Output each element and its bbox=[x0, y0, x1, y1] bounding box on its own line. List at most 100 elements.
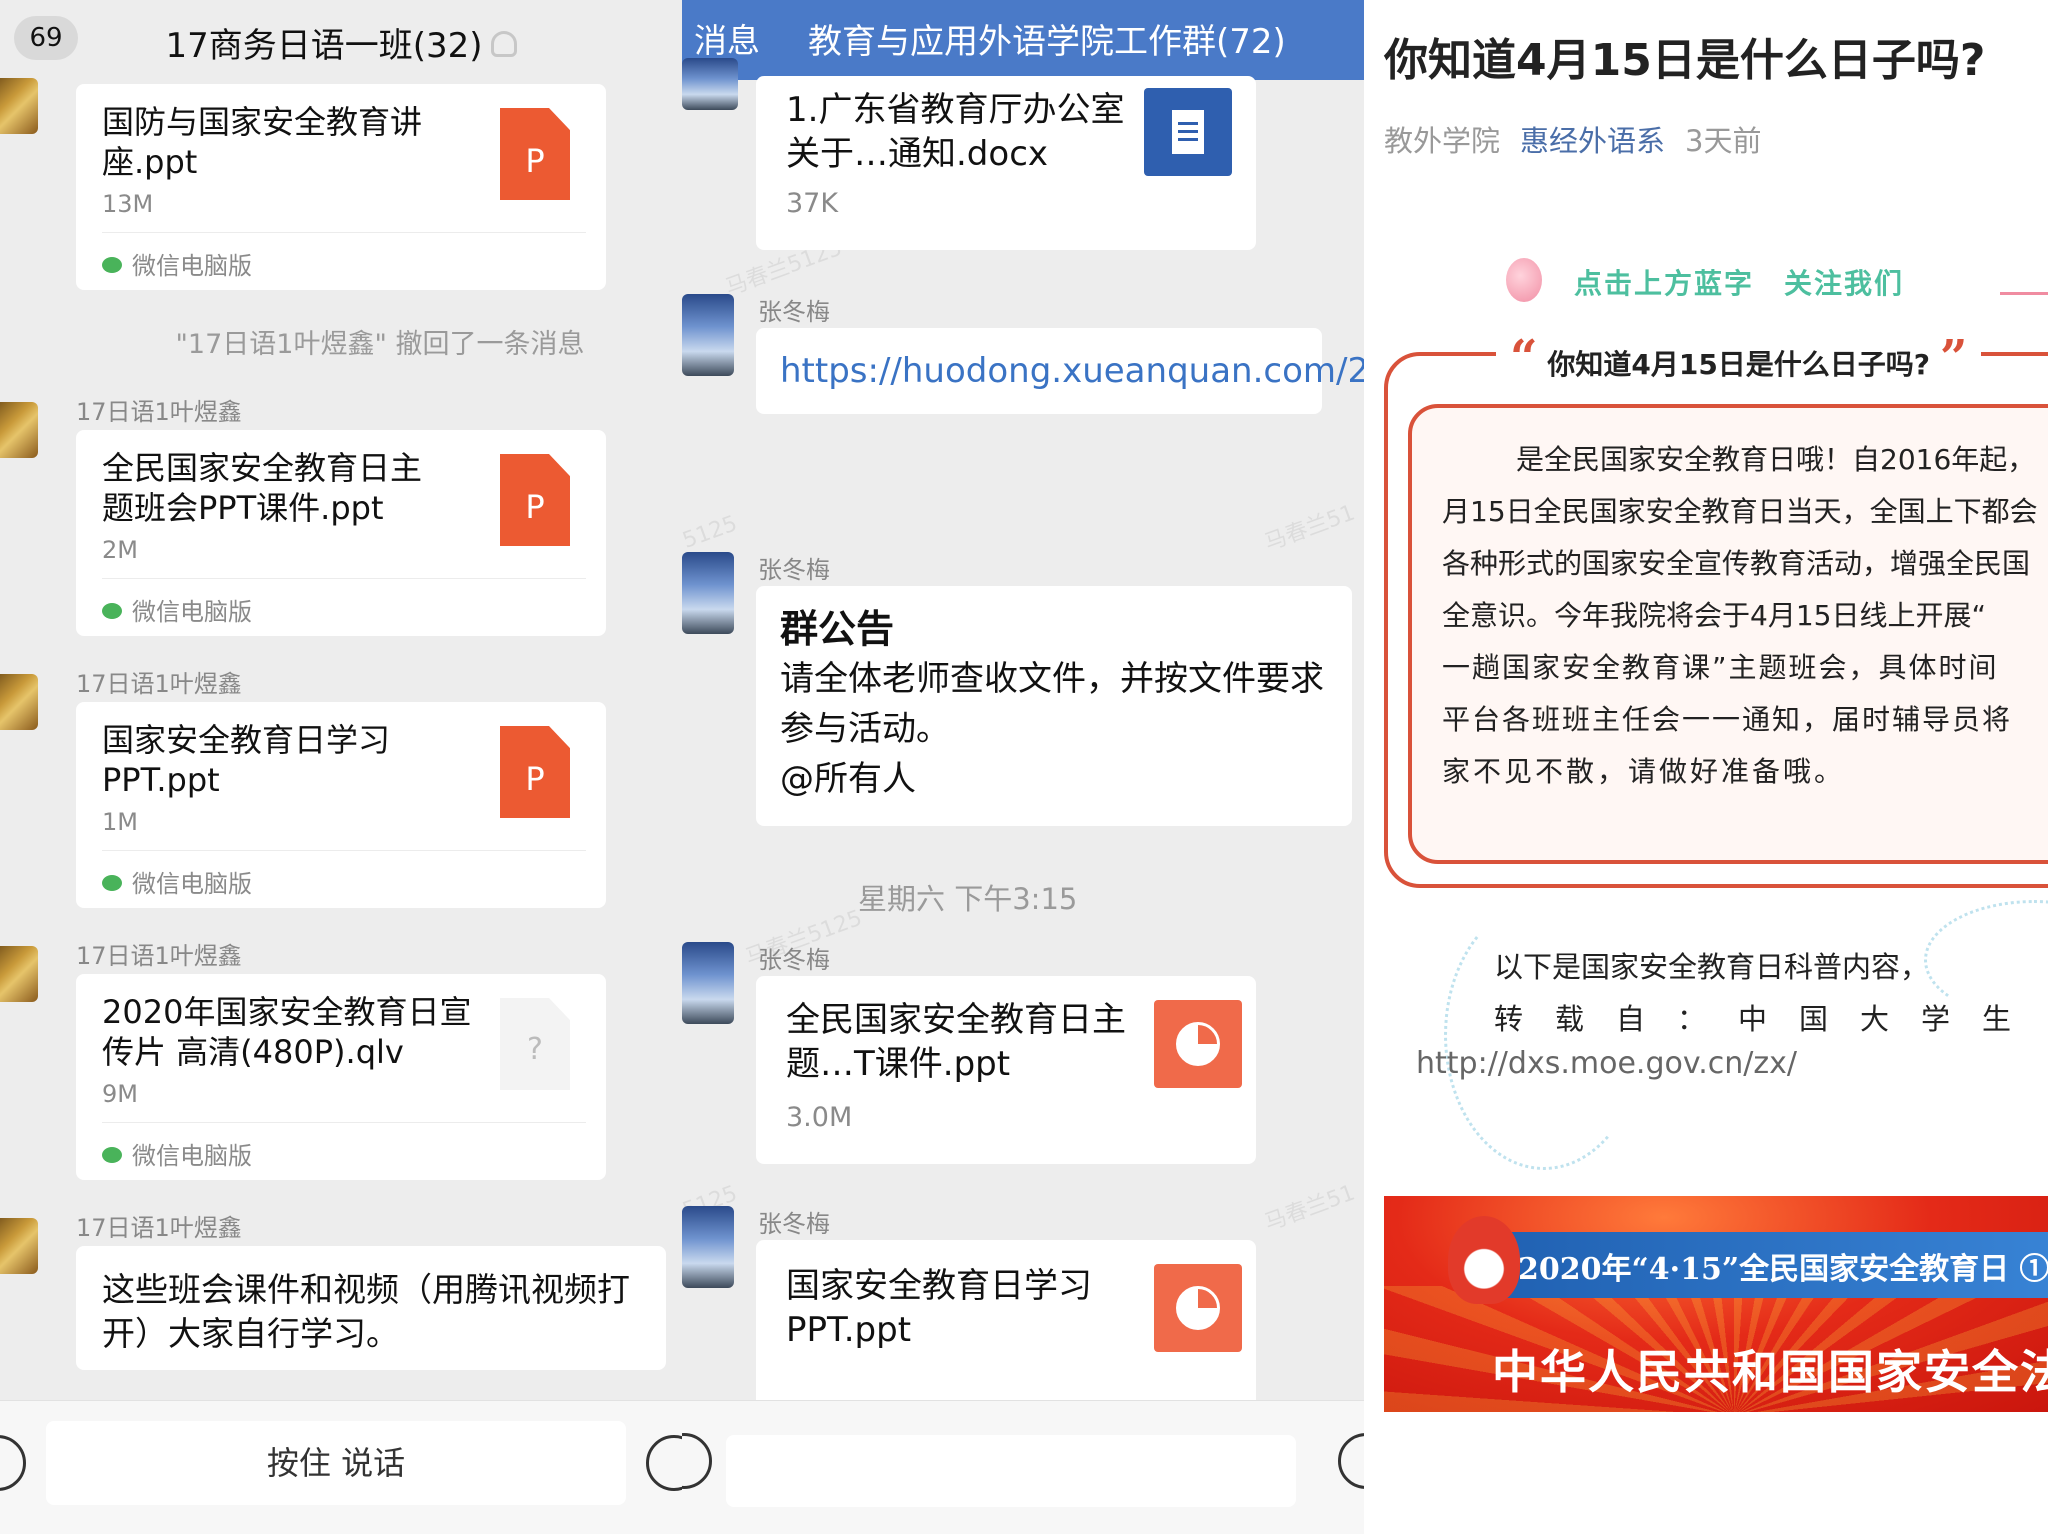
voice-toggle-icon[interactable] bbox=[682, 1433, 712, 1489]
sender-name: 张冬梅 bbox=[758, 298, 830, 326]
card-divider bbox=[102, 850, 586, 851]
intro-line: 月15日全民国家安全教育日当天，全国上下都会 bbox=[1442, 495, 2038, 528]
time-divider: 星期六 下午3:15 bbox=[858, 882, 1078, 916]
input-toolbar bbox=[682, 1400, 1364, 1534]
intro-line: 家不见不散，请做好准备哦。 bbox=[1442, 755, 1846, 788]
wechat-icon bbox=[102, 257, 122, 273]
wechat-icon bbox=[102, 875, 122, 891]
card-divider bbox=[102, 232, 586, 233]
group-notice-card[interactable]: 群公告 请全体老师查收文件，并按文件要求参与活动。 @所有人 bbox=[756, 586, 1352, 826]
file-title: 国防与国家安全教育讲座.ppt bbox=[102, 103, 423, 181]
file-title: 1.广东省教育厅办公室关于…通知.docx bbox=[786, 90, 1125, 174]
avatar[interactable] bbox=[0, 402, 38, 458]
banner-law-title: 中华人民共和国国家安全法 bbox=[1492, 1345, 2048, 1399]
ppt-file-icon bbox=[1154, 1264, 1242, 1352]
mute-bell-icon bbox=[490, 30, 517, 57]
notice-title: 群公告 bbox=[780, 607, 895, 651]
hold-to-talk-button[interactable]: 按住 说话 bbox=[46, 1421, 626, 1505]
sender-name: 17日语1叶煜鑫 bbox=[76, 1214, 242, 1242]
watermark: 马春兰51 bbox=[1261, 1180, 1359, 1237]
link-message[interactable]: https://huodong.xueanquan.com/2020gdgjaq… bbox=[756, 328, 1364, 414]
avatar[interactable] bbox=[682, 552, 734, 634]
file-card[interactable]: 全民国家安全教育日主题…T课件.ppt 3.0M bbox=[756, 976, 1256, 1164]
avatar[interactable] bbox=[0, 674, 38, 730]
meta-time: 3天前 bbox=[1685, 124, 1762, 158]
article-title: 你知道4月15日是什么日子吗? bbox=[1384, 35, 1986, 86]
file-source: 微信电脑版 bbox=[102, 246, 252, 281]
file-card[interactable]: 国家安全教育日学习PPT.ppt 1M P 微信电脑版 bbox=[76, 702, 606, 908]
article-panel: 你知道4月15日是什么日子吗? 教外学院 惠经外语系 3天前 点击上方蓝字 关注我们… bbox=[1364, 0, 2048, 1534]
file-size: 2M bbox=[102, 536, 138, 564]
message-input[interactable] bbox=[726, 1435, 1296, 1507]
avatar[interactable] bbox=[682, 58, 738, 110]
file-card[interactable]: 国防与国家安全教育讲座.ppt 13M P 微信电脑版 bbox=[76, 84, 606, 290]
input-toolbar: 按住 说话 bbox=[0, 1400, 682, 1534]
wechat-icon bbox=[102, 1147, 122, 1163]
back-button[interactable]: 消息 bbox=[694, 14, 760, 62]
mascot-icon bbox=[1448, 1216, 1520, 1304]
avatar[interactable] bbox=[682, 294, 734, 376]
avatar[interactable] bbox=[682, 1206, 734, 1288]
chat-panel-work-group: 马春兰5125 5125 马春兰51 马春兰5125 5125 马春兰51 消息… bbox=[682, 0, 1364, 1534]
sender-name: 17日语1叶煜鑫 bbox=[76, 398, 242, 426]
file-card[interactable]: 全民国家安全教育日主题班会PPT课件.ppt 2M P 微信电脑版 bbox=[76, 430, 606, 636]
banner-pill: 2020年“4·15”全民国家安全教育日 ① bbox=[1462, 1232, 2048, 1298]
science-intro: 以下是国家安全教育日科普内容， bbox=[1494, 950, 1930, 984]
account-name-link[interactable]: 惠经外语系 bbox=[1520, 124, 1665, 158]
sender-name: 17日语1叶煜鑫 bbox=[76, 942, 242, 970]
easter-egg-icon bbox=[1506, 258, 1542, 302]
chat-header: 消息 教育与应用外语学院工作群(72) bbox=[682, 0, 1364, 80]
intro-line: 全意识。今年我院将会于4月15日线上开展“ bbox=[1442, 599, 1986, 632]
text-message[interactable]: 这些班会课件和视频（用腾讯视频打开）大家自行学习。 bbox=[76, 1246, 666, 1370]
quote-open-icon: “ bbox=[1510, 330, 1538, 386]
file-title: 2020年国家安全教育日宣传片 高清(480P).qlv bbox=[102, 993, 472, 1071]
file-title: 全民国家安全教育日主题班会PPT课件.ppt bbox=[102, 449, 423, 527]
file-title: 全民国家安全教育日主题…T课件.ppt bbox=[786, 1000, 1126, 1084]
card-divider bbox=[102, 1122, 586, 1123]
word-doc-icon bbox=[1144, 88, 1232, 176]
sender-name: 张冬梅 bbox=[758, 946, 830, 974]
intro-text: 是全民国家安全教育日哦！自2016年起， 月15日全民国家安全教育日当天，全国上… bbox=[1442, 434, 2048, 798]
source-url[interactable]: http://dxs.moe.gov.cn/zx/ bbox=[1416, 1046, 1797, 1081]
file-size: 3.0M bbox=[786, 1102, 853, 1133]
avatar[interactable] bbox=[0, 78, 38, 134]
intro-line: 各种形式的国家安全宣传教育活动，增强全民国 bbox=[1442, 547, 2031, 580]
recall-notice: "17日语1叶煜鑫" 撤回了一条消息 bbox=[175, 329, 585, 360]
chat-title-text: 17商务日语一班(32) bbox=[165, 26, 483, 66]
file-source: 微信电脑版 bbox=[102, 864, 252, 899]
card-divider bbox=[102, 578, 586, 579]
file-card[interactable]: 国家安全教育日学习PPT.ppt bbox=[756, 1240, 1256, 1410]
avatar[interactable] bbox=[0, 1218, 38, 1274]
file-size: 13M bbox=[102, 190, 154, 218]
avatar[interactable] bbox=[0, 946, 38, 1002]
emoji-icon[interactable] bbox=[1338, 1433, 1364, 1489]
file-size: 1M bbox=[102, 808, 138, 836]
frame-heading: “ 你知道4月15日是什么日子吗? ” bbox=[1496, 330, 1982, 386]
intro-line: 平台各班班主任会一一通知，届时辅导员将 bbox=[1442, 703, 2013, 736]
file-source: 微信电脑版 bbox=[102, 1136, 252, 1171]
keyboard-toggle-icon[interactable] bbox=[0, 1435, 26, 1491]
ppt-file-icon bbox=[1154, 1000, 1242, 1088]
file-card[interactable]: 2020年国家安全教育日宣传片 高清(480P).qlv 9M ? 微信电脑版 bbox=[76, 974, 606, 1180]
file-title: 国家安全教育日学习PPT.ppt bbox=[786, 1266, 1092, 1350]
avatar[interactable] bbox=[682, 942, 734, 1024]
article-meta: 教外学院 惠经外语系 3天前 bbox=[1384, 118, 1761, 160]
frame-heading-text: 你知道4月15日是什么日子吗? bbox=[1547, 348, 1931, 381]
chat-panel-class-group: 69 17商务日语一班(32) 国防与国家安全教育讲座.ppt 13M P 微信… bbox=[0, 0, 682, 1534]
sender-name: 张冬梅 bbox=[758, 556, 830, 584]
ppt-file-icon: P bbox=[500, 454, 570, 546]
quote-close-icon: ” bbox=[1939, 330, 1968, 386]
chat-header: 69 17商务日语一班(32) bbox=[0, 0, 682, 80]
reprint-source: 转载自：中国大学生 bbox=[1494, 1002, 2044, 1036]
chat-title: 17商务日语一班(32) bbox=[0, 18, 682, 67]
notice-body: 请全体老师查收文件，并按文件要求参与活动。 bbox=[780, 659, 1324, 749]
emoji-icon[interactable] bbox=[646, 1435, 682, 1491]
ppt-file-icon: P bbox=[500, 726, 570, 818]
video-banner[interactable]: 2020年“4·15”全民国家安全教育日 ① 中华人民共和国国家安全法 bbox=[1384, 1196, 2048, 1412]
file-card[interactable]: 1.广东省教育厅办公室关于…通知.docx 37K bbox=[756, 76, 1256, 250]
chat-title: 教育与应用外语学院工作群(72) bbox=[808, 22, 1286, 62]
intro-line: 一趟国家安全教育课”主题班会，具体时间 bbox=[1442, 651, 1999, 684]
follow-prompt[interactable]: 点击上方蓝字 关注我们 bbox=[1574, 262, 1904, 302]
sender-name: 17日语1叶煜鑫 bbox=[76, 670, 242, 698]
file-title: 国家安全教育日学习PPT.ppt bbox=[102, 721, 391, 799]
